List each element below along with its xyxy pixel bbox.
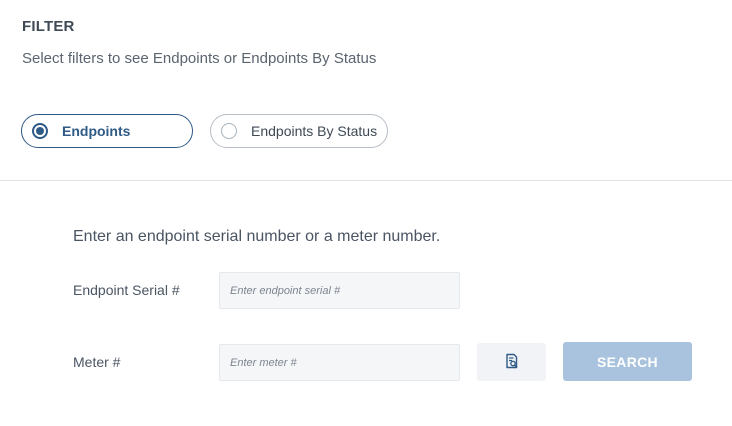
search-instructions: Enter an endpoint serial number or a met… — [73, 228, 441, 245]
radio-unselected-icon — [221, 123, 237, 139]
radio-selected-icon — [32, 123, 48, 139]
document-search-icon — [505, 353, 519, 372]
endpoint-serial-label: Endpoint Serial # — [73, 282, 180, 298]
endpoint-serial-input[interactable] — [219, 272, 460, 309]
radio-label-endpoints-by-status: Endpoints By Status — [251, 123, 378, 139]
meter-input[interactable] — [219, 344, 460, 381]
search-button[interactable]: SEARCH — [563, 342, 692, 381]
lookup-button[interactable] — [477, 343, 546, 381]
radio-option-endpoints-by-status[interactable]: Endpoints By Status — [210, 114, 388, 148]
radio-label-endpoints: Endpoints — [62, 123, 131, 139]
filter-page: FILTER Select filters to see Endpoints o… — [0, 0, 732, 426]
radio-option-endpoints[interactable]: Endpoints — [21, 114, 193, 148]
filter-subtitle: Select filters to see Endpoints or Endpo… — [22, 50, 377, 67]
section-divider — [0, 180, 732, 181]
filter-heading: FILTER — [22, 18, 75, 35]
meter-label: Meter # — [73, 354, 121, 370]
radio-dot — [36, 127, 44, 135]
